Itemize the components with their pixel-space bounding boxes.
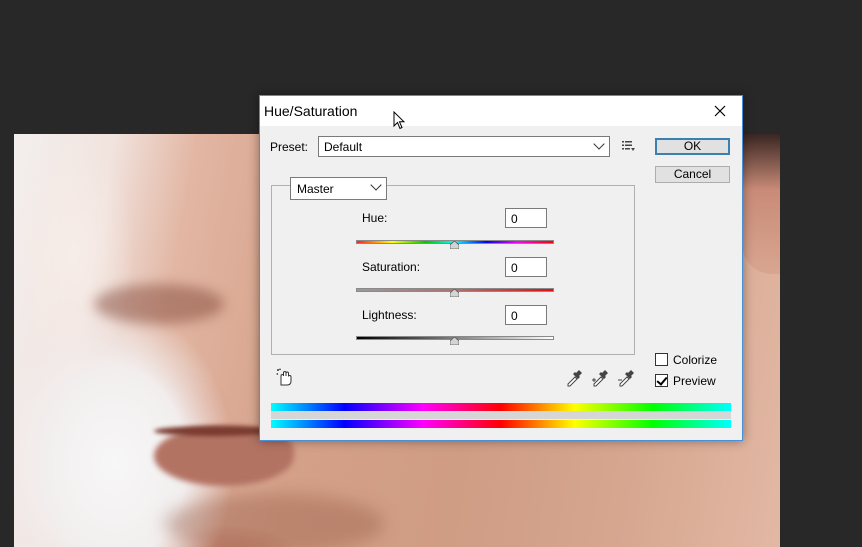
photo-detail bbox=[742, 134, 780, 274]
hue-input[interactable]: 0 bbox=[505, 208, 547, 228]
preset-value: Default bbox=[324, 140, 363, 154]
close-icon bbox=[714, 105, 726, 117]
photo-detail bbox=[154, 426, 274, 436]
hue-slider-thumb[interactable] bbox=[450, 241, 459, 249]
photo-detail bbox=[94, 284, 224, 324]
preset-label: Preset: bbox=[270, 140, 309, 154]
preset-menu-icon[interactable] bbox=[622, 140, 636, 152]
dialog-title: Hue/Saturation bbox=[264, 103, 358, 119]
chevron-down-icon bbox=[370, 179, 382, 191]
saturation-slider-thumb[interactable] bbox=[450, 289, 459, 297]
lightness-slider-thumb[interactable] bbox=[450, 337, 459, 345]
preview-label[interactable]: Preview bbox=[673, 374, 716, 388]
close-button[interactable] bbox=[698, 96, 742, 126]
colorize-checkbox[interactable] bbox=[655, 353, 668, 366]
preview-checkbox[interactable] bbox=[655, 374, 668, 387]
output-color-bar bbox=[271, 420, 731, 428]
lightness-label: Lightness: bbox=[362, 308, 417, 322]
lightness-input[interactable]: 0 bbox=[505, 305, 547, 325]
channel-value: Master bbox=[297, 182, 334, 196]
hue-value: 0 bbox=[511, 212, 518, 226]
cancel-button[interactable]: Cancel bbox=[655, 166, 730, 183]
photo-detail bbox=[164, 494, 384, 547]
targeted-adjustment-hand-icon[interactable] bbox=[275, 367, 295, 387]
channel-dropdown[interactable]: Master bbox=[290, 177, 387, 200]
lightness-value: 0 bbox=[511, 309, 518, 323]
dialog-titlebar[interactable]: Hue/Saturation bbox=[260, 96, 742, 126]
colorize-label[interactable]: Colorize bbox=[673, 353, 717, 367]
saturation-value: 0 bbox=[511, 261, 518, 275]
eyedropper-minus-icon[interactable] bbox=[617, 369, 635, 387]
chevron-down-icon bbox=[593, 138, 605, 150]
color-range-strip[interactable] bbox=[271, 411, 731, 419]
mouse-cursor-icon bbox=[393, 111, 405, 130]
hue-label: Hue: bbox=[362, 211, 388, 225]
saturation-input[interactable]: 0 bbox=[505, 257, 547, 277]
ok-button[interactable]: OK bbox=[655, 138, 730, 155]
eyedropper-icon[interactable] bbox=[565, 369, 583, 387]
eyedropper-plus-icon[interactable] bbox=[591, 369, 609, 387]
hue-saturation-dialog: Hue/Saturation Preset: Default OK Cancel… bbox=[259, 95, 743, 441]
saturation-label: Saturation: bbox=[362, 260, 421, 274]
adjustment-group bbox=[271, 185, 635, 355]
input-color-bar bbox=[271, 403, 731, 411]
preset-dropdown[interactable]: Default bbox=[318, 136, 610, 157]
checkmark-icon bbox=[656, 374, 668, 386]
